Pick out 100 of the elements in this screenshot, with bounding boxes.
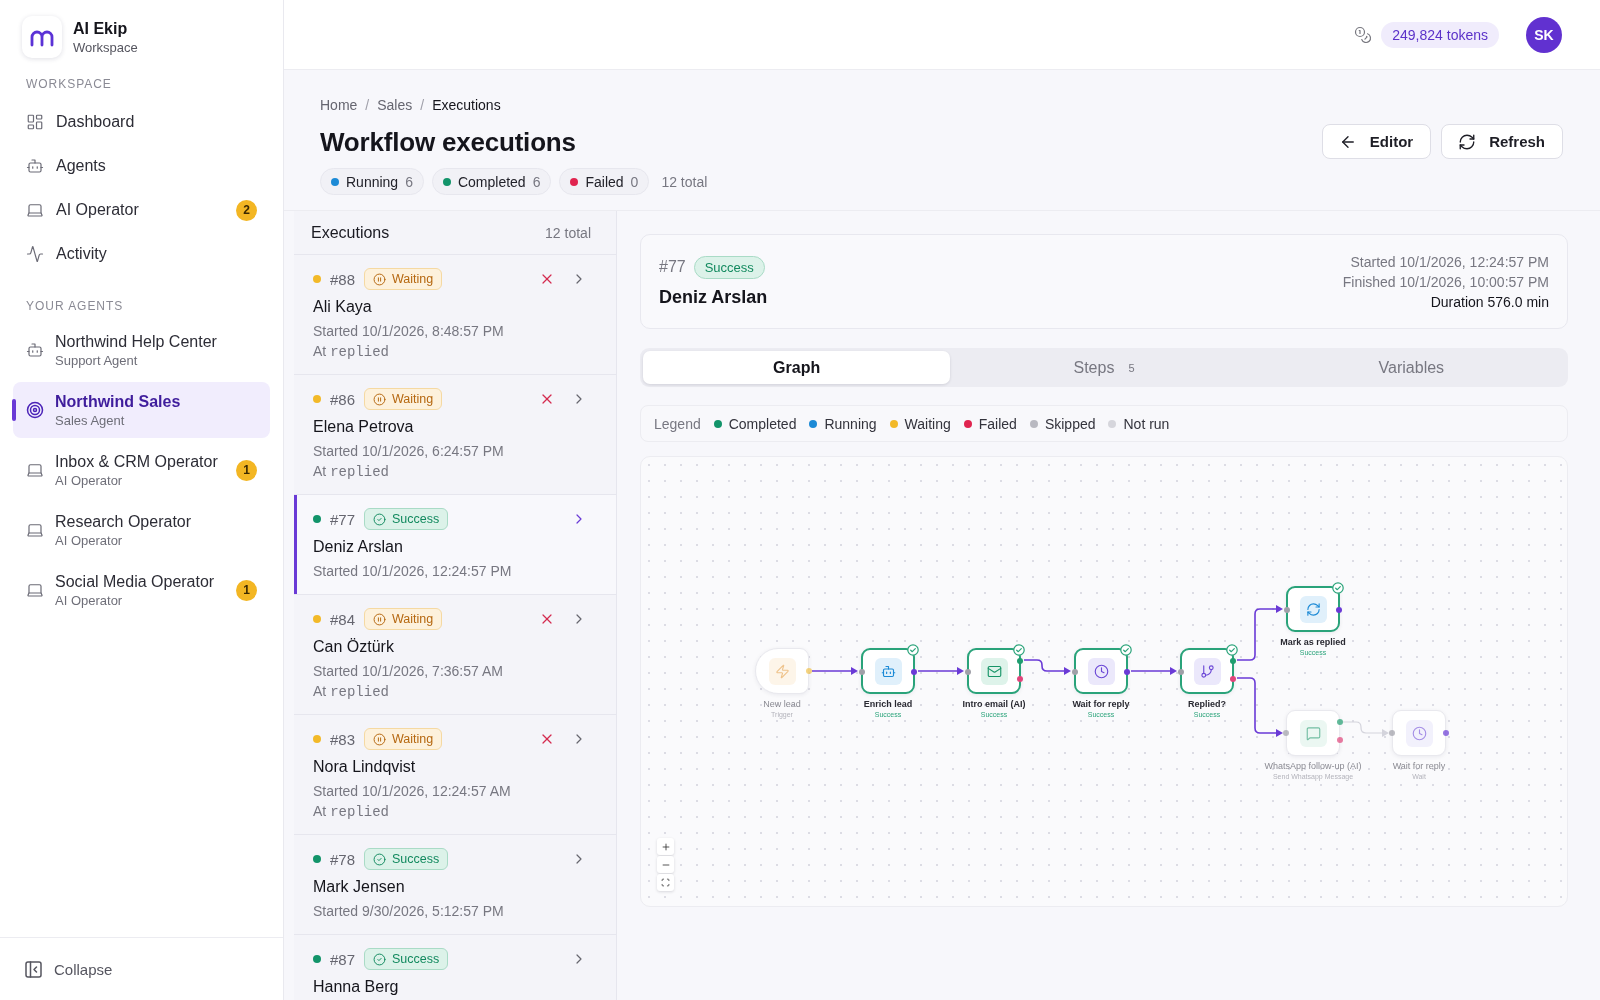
execution-started: Started 10/1/2026, 12:24:57 PM: [313, 562, 513, 581]
execution-name: Hanna Berg: [313, 977, 400, 997]
branch-icon: [1193, 657, 1221, 685]
count-badge: 1: [236, 459, 257, 481]
status-label: Failed: [585, 173, 624, 190]
node-label: Mark as replied: [1280, 637, 1346, 648]
port-dot-icon: [1072, 669, 1078, 675]
port-dot-icon: [1443, 730, 1449, 736]
execution-id: #87: [330, 950, 356, 968]
lightning-icon: [768, 657, 796, 685]
port-dot-icon: [1337, 737, 1343, 743]
status-text: Waiting: [392, 392, 434, 406]
dashboard-icon: [26, 113, 44, 131]
nav-item[interactable]: Dashboard: [13, 100, 270, 144]
execution-started: Started 10/1/2026, 6:24:57 PM: [313, 442, 505, 461]
editor-button[interactable]: Editor: [1321, 124, 1432, 159]
port-dot-icon: [1124, 669, 1130, 675]
breadcrumb-current: Executions: [432, 96, 501, 114]
laptop-icon: [26, 581, 44, 599]
port-dot-icon: [859, 669, 865, 675]
port-dot-icon: [806, 668, 812, 674]
active-indicator: [12, 399, 16, 421]
execution-row[interactable]: #77 Success Deniz Arslan Started 10/1/2026, 12:24:57 PM: [294, 495, 616, 595]
current-step: At replied: [313, 341, 587, 361]
port-dot-icon: [1389, 730, 1395, 736]
status-text: Success: [392, 952, 440, 966]
refresh-icon: [1458, 132, 1477, 151]
robot-icon: [874, 657, 902, 685]
robot-icon: [26, 341, 44, 359]
legend-label: Completed: [728, 415, 797, 432]
execution-started: Started 10/1/2026, 12:24:57 AM: [313, 782, 512, 801]
breadcrumb-separator: /: [365, 96, 370, 114]
node-label: Enrich lead: [863, 699, 913, 710]
breadcrumb-separator: /: [420, 96, 425, 114]
breadcrumb-link[interactable]: Home: [320, 96, 358, 114]
section-label: WORKSPACE: [26, 77, 112, 91]
chat-bubble-icon: [1299, 719, 1327, 747]
port-dot-icon: [1230, 676, 1236, 682]
logo-icon: [22, 16, 62, 58]
port-dot-icon: [1337, 719, 1343, 725]
total-count: 12 total: [661, 173, 708, 190]
execution-row[interactable]: #87 Success Hanna Berg: [294, 935, 616, 1000]
port-dot-icon: [1017, 676, 1023, 682]
laptop-icon: [26, 461, 44, 479]
nav-item[interactable]: Agents: [13, 144, 270, 188]
port-dot-icon: [1336, 607, 1342, 613]
robot-icon: [26, 157, 44, 175]
execution-row[interactable]: #78 Success Mark Jensen Started 9/30/2026, 5:12:57 PM: [294, 835, 616, 935]
brand-name: AI Ekip: [73, 18, 128, 39]
status-label: Running: [346, 173, 399, 190]
agent-item[interactable]: Research Operator AI Operator: [13, 502, 270, 558]
execution-id: #86: [330, 390, 356, 408]
agent-item[interactable]: Northwind Help Center Support Agent: [13, 322, 270, 378]
tab[interactable]: Graph: [643, 351, 951, 384]
status-text: Success: [392, 512, 440, 526]
list-total: 12 total: [545, 224, 591, 241]
tab[interactable]: Variables: [1257, 351, 1565, 384]
nav-item[interactable]: AI Operator 2: [13, 188, 270, 232]
check-circle-icon: [373, 852, 387, 866]
token-balance: 249,824 tokens: [1381, 21, 1499, 48]
execution-row[interactable]: #83 Waiting Nora Lindqvist Started 10/1/2026, 12:24:57 AM At replied: [294, 715, 616, 835]
clock-icon: [1087, 657, 1115, 685]
legend-label: Failed: [978, 415, 1017, 432]
execution-row[interactable]: #88 Waiting Ali Kaya Started 10/1/2026, 8:48:57 PM At replied: [294, 255, 616, 375]
node-label: New lead: [763, 699, 801, 710]
execution-name: Ali Kaya: [313, 297, 373, 317]
laptop-icon: [26, 521, 44, 539]
duration: Duration 576.0 min: [1430, 292, 1549, 312]
status-text: Waiting: [392, 612, 434, 626]
status-label: Completed: [457, 173, 526, 190]
execution-name: Mark Jensen: [313, 877, 406, 897]
current-step: At replied: [313, 461, 587, 481]
execution-status: Success: [693, 255, 765, 279]
port-dot-icon: [1284, 607, 1290, 613]
fit-view-button[interactable]: [657, 874, 674, 891]
status-text: Success: [392, 852, 440, 866]
fit-view-icon: [661, 878, 670, 887]
execution-started: Started 10/1/2026, 8:48:57 PM: [313, 322, 505, 341]
brand-subtitle: Workspace: [73, 38, 138, 56]
target-icon: [26, 401, 44, 419]
list-title: Executions: [311, 223, 390, 242]
status-text: Waiting: [392, 272, 434, 286]
status-count: 6: [532, 173, 541, 190]
tab[interactable]: Steps 5: [950, 351, 1258, 384]
execution-id: #84: [330, 610, 356, 628]
nav-item[interactable]: Activity: [13, 232, 270, 276]
mail-icon: [980, 657, 1008, 685]
execution-started: Started 10/1/2026, 7:36:57 AM: [313, 662, 504, 681]
status-count: 6: [405, 173, 413, 190]
agent-item[interactable]: Inbox & CRM Operator AI Operator 1: [13, 442, 270, 498]
agent-item[interactable]: Northwind Sales Sales Agent: [13, 382, 270, 438]
legend-title: Legend: [654, 415, 701, 432]
execution-row[interactable]: #84 Waiting Can Öztürk Started 10/1/2026, 7:36:57 AM At replied: [294, 595, 616, 715]
node-label: Intro email (AI): [962, 699, 1026, 710]
legend-label: Running: [824, 415, 877, 432]
agent-item[interactable]: Social Media Operator AI Operator 1: [13, 562, 270, 618]
refresh-button[interactable]: Refresh: [1441, 124, 1563, 159]
user-avatar[interactable]: SK: [1526, 16, 1562, 53]
execution-started: Started 9/30/2026, 5:12:57 PM: [313, 902, 505, 921]
breadcrumb-link[interactable]: Sales: [377, 96, 413, 114]
